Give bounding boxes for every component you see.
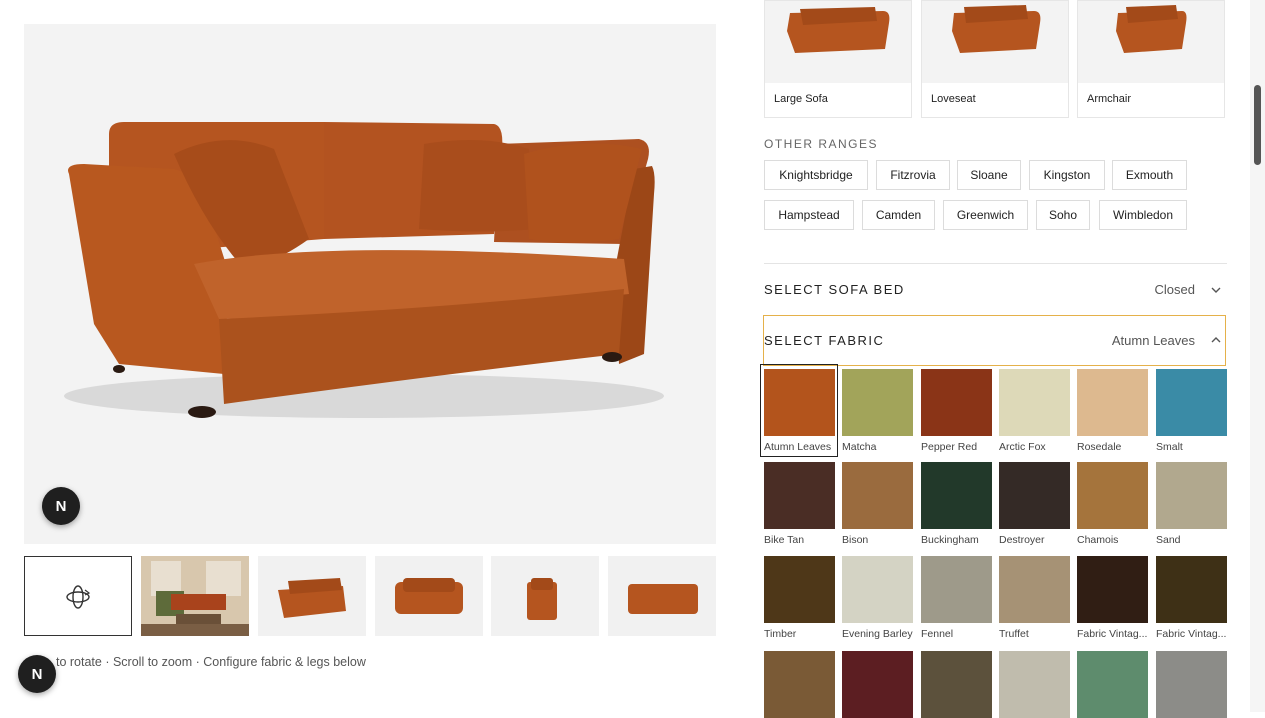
large-sofa-image xyxy=(765,1,911,83)
fabric-swatch[interactable] xyxy=(999,556,1070,623)
type-label: Loveseat xyxy=(931,93,976,105)
fabric-swatch-label: Matcha xyxy=(842,441,877,453)
sofa-bed-selector[interactable]: SELECT SOFA BED Closed xyxy=(764,270,1227,310)
fabric-swatch-label: Fennel xyxy=(921,628,954,640)
fabric-swatch[interactable] xyxy=(1156,462,1227,529)
fabric-swatch-label: Fabric Vintag... xyxy=(1156,628,1227,640)
fabric-selector[interactable]: SELECT FABRIC Atumn Leaves xyxy=(763,315,1226,366)
fabric-swatch[interactable] xyxy=(764,556,835,623)
thumbnail-strip xyxy=(24,556,716,636)
fabric-swatch[interactable] xyxy=(1077,369,1148,436)
fabric-swatch[interactable] xyxy=(1077,651,1148,718)
fabric-swatch-label: Sand xyxy=(1156,534,1181,546)
range-chip[interactable]: Knightsbridge xyxy=(764,160,868,190)
sofa-bed-value: Closed xyxy=(1154,282,1195,297)
fabric-swatch-label: Rosedale xyxy=(1077,441,1122,453)
rotate-3d-icon xyxy=(66,585,91,609)
fabric-swatch-label: Timber xyxy=(764,628,797,640)
angle-view-thumb[interactable] xyxy=(258,556,366,636)
floating-badge[interactable]: N xyxy=(18,655,56,693)
room-photo-image xyxy=(141,556,249,636)
fabric-swatch[interactable] xyxy=(842,462,913,529)
front-view-thumb[interactable] xyxy=(375,556,483,636)
fabric-swatch[interactable] xyxy=(764,462,835,529)
fabric-swatch[interactable] xyxy=(1156,369,1227,436)
product-viewer[interactable]: N xyxy=(24,24,716,544)
range-chip[interactable]: Camden xyxy=(862,200,935,230)
fabric-title: SELECT FABRIC xyxy=(764,333,885,348)
fabric-swatch-label: Bike Tan xyxy=(764,534,805,546)
other-ranges-heading: OTHER RANGES xyxy=(764,137,879,151)
sofa-front-image xyxy=(395,578,463,614)
chevron-up-icon xyxy=(1211,337,1221,343)
side-view-thumb[interactable] xyxy=(491,556,599,636)
scrollbar[interactable] xyxy=(1250,0,1265,712)
fabric-swatch[interactable] xyxy=(1156,651,1227,718)
fabric-swatch[interactable] xyxy=(842,556,913,623)
fabric-swatch[interactable] xyxy=(1156,556,1227,623)
range-chip[interactable]: Sloane xyxy=(957,160,1021,190)
fabric-swatch-label: Buckingham xyxy=(921,534,979,546)
fabric-swatch-label: Bison xyxy=(842,534,869,546)
fabric-swatch[interactable] xyxy=(921,369,992,436)
type-card-armchair[interactable]: Armchair xyxy=(1077,0,1225,118)
fabric-swatch-label: Chamois xyxy=(1077,534,1119,546)
fabric-swatch[interactable] xyxy=(921,462,992,529)
fabric-swatch[interactable] xyxy=(842,369,913,436)
fabric-swatch[interactable] xyxy=(764,651,835,718)
sofa-bed-title: SELECT SOFA BED xyxy=(764,282,905,297)
viewer-hint: to rotate · Scroll to zoom · Configure f… xyxy=(56,655,366,669)
fabric-swatch-label: Destroyer xyxy=(999,534,1045,546)
fabric-value: Atumn Leaves xyxy=(1111,333,1195,348)
room-photo-thumb[interactable] xyxy=(141,556,249,636)
fabric-swatch-label: Fabric Vintag... xyxy=(1077,628,1148,640)
sofa-back-image xyxy=(628,584,698,614)
range-chip[interactable]: Greenwich xyxy=(943,200,1028,230)
fabric-swatch[interactable] xyxy=(921,556,992,623)
fabric-swatch[interactable] xyxy=(1077,462,1148,529)
type-card-large-sofa[interactable]: Large Sofa xyxy=(764,0,912,118)
range-chip[interactable]: Soho xyxy=(1036,200,1090,230)
range-chip[interactable]: Kingston xyxy=(1029,160,1105,190)
chevron-down-icon xyxy=(1211,287,1221,293)
scrollbar-thumb[interactable] xyxy=(1254,85,1261,165)
fabric-swatch-label: Truffet xyxy=(999,628,1029,640)
selected-swatch-outline xyxy=(760,364,838,457)
fabric-swatch[interactable] xyxy=(999,369,1070,436)
type-card-loveseat[interactable]: Loveseat xyxy=(921,0,1069,118)
rotate-3d-thumb[interactable] xyxy=(24,556,132,636)
type-label: Armchair xyxy=(1087,93,1132,105)
fabric-swatch-label: Pepper Red xyxy=(921,441,978,453)
fabric-swatch[interactable] xyxy=(1077,556,1148,623)
back-view-thumb[interactable] xyxy=(608,556,716,636)
range-chip[interactable]: Fitzrovia xyxy=(876,160,950,190)
fabric-swatch-label: Evening Barley xyxy=(842,628,913,640)
fabric-swatch[interactable] xyxy=(999,462,1070,529)
fabric-swatch[interactable] xyxy=(999,651,1070,718)
fabric-swatch-label: Arctic Fox xyxy=(999,441,1046,453)
fabric-swatch[interactable] xyxy=(842,651,913,718)
sofa-side-image xyxy=(527,578,557,620)
range-chip[interactable]: Wimbledon xyxy=(1099,200,1187,230)
armchair-image xyxy=(1078,1,1224,83)
viewer-badge[interactable]: N xyxy=(42,487,80,525)
type-label: Large Sofa xyxy=(774,93,828,105)
range-chip[interactable]: Exmouth xyxy=(1112,160,1187,190)
loveseat-image xyxy=(922,1,1068,83)
sofa-3d-model[interactable] xyxy=(24,24,716,544)
range-chip[interactable]: Hampstead xyxy=(764,200,854,230)
section-divider xyxy=(764,263,1227,264)
fabric-swatch[interactable] xyxy=(921,651,992,718)
fabric-swatch-label: Smalt xyxy=(1156,441,1183,453)
sofa-angle-image xyxy=(278,578,346,618)
